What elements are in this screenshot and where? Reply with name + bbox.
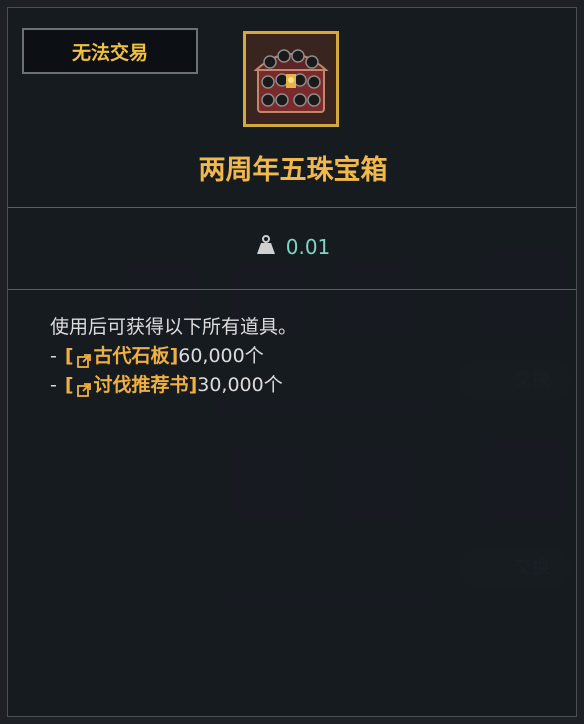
reward-quantity: 60,000个 <box>178 345 264 367</box>
external-link-icon <box>76 378 92 397</box>
untradable-badge: 无法交易 <box>22 28 198 74</box>
weight-value: 0.01 <box>285 235 331 259</box>
description-intro: 使用后可获得以下所有道具。 <box>50 316 298 338</box>
item-tooltip: 无法交易 两周年五珠宝箱 0.01 使用后可获得以下所有道具。 - [古代石板… <box>7 7 577 717</box>
reward-line: - [ 讨伐推荐书 ] 30,000个 <box>50 371 297 400</box>
item-description: 使用后可获得以下所有道具。 - [ 古代石板 ] 60,000个 - [讨伐推… <box>50 313 297 400</box>
reward-item-name: 古代石板 <box>93 345 170 367</box>
reward-item-link[interactable]: [ 讨伐推荐书 ] <box>65 371 197 400</box>
treasure-chest-icon <box>243 31 339 127</box>
weight-icon <box>256 235 276 259</box>
link-close-bracket: ] <box>169 345 179 367</box>
reward-item-name: 讨伐推荐书 <box>93 374 189 396</box>
reward-quantity: 30,000个 <box>197 374 283 396</box>
divider <box>8 207 576 208</box>
external-link-icon <box>76 349 92 368</box>
link-open-bracket: [ <box>64 345 74 367</box>
reward-line: - [ 古代石板 ] 60,000个 <box>50 342 297 371</box>
divider <box>8 289 576 290</box>
reward-bullet: - <box>50 345 57 367</box>
link-close-bracket: ] <box>188 374 198 396</box>
reward-item-link[interactable]: [ 古代石板 ] <box>65 342 178 371</box>
weight-row: 0.01 <box>8 232 578 262</box>
item-name: 两周年五珠宝箱 <box>198 155 388 186</box>
reward-bullet: - <box>50 374 57 396</box>
link-open-bracket: [ <box>64 374 74 396</box>
